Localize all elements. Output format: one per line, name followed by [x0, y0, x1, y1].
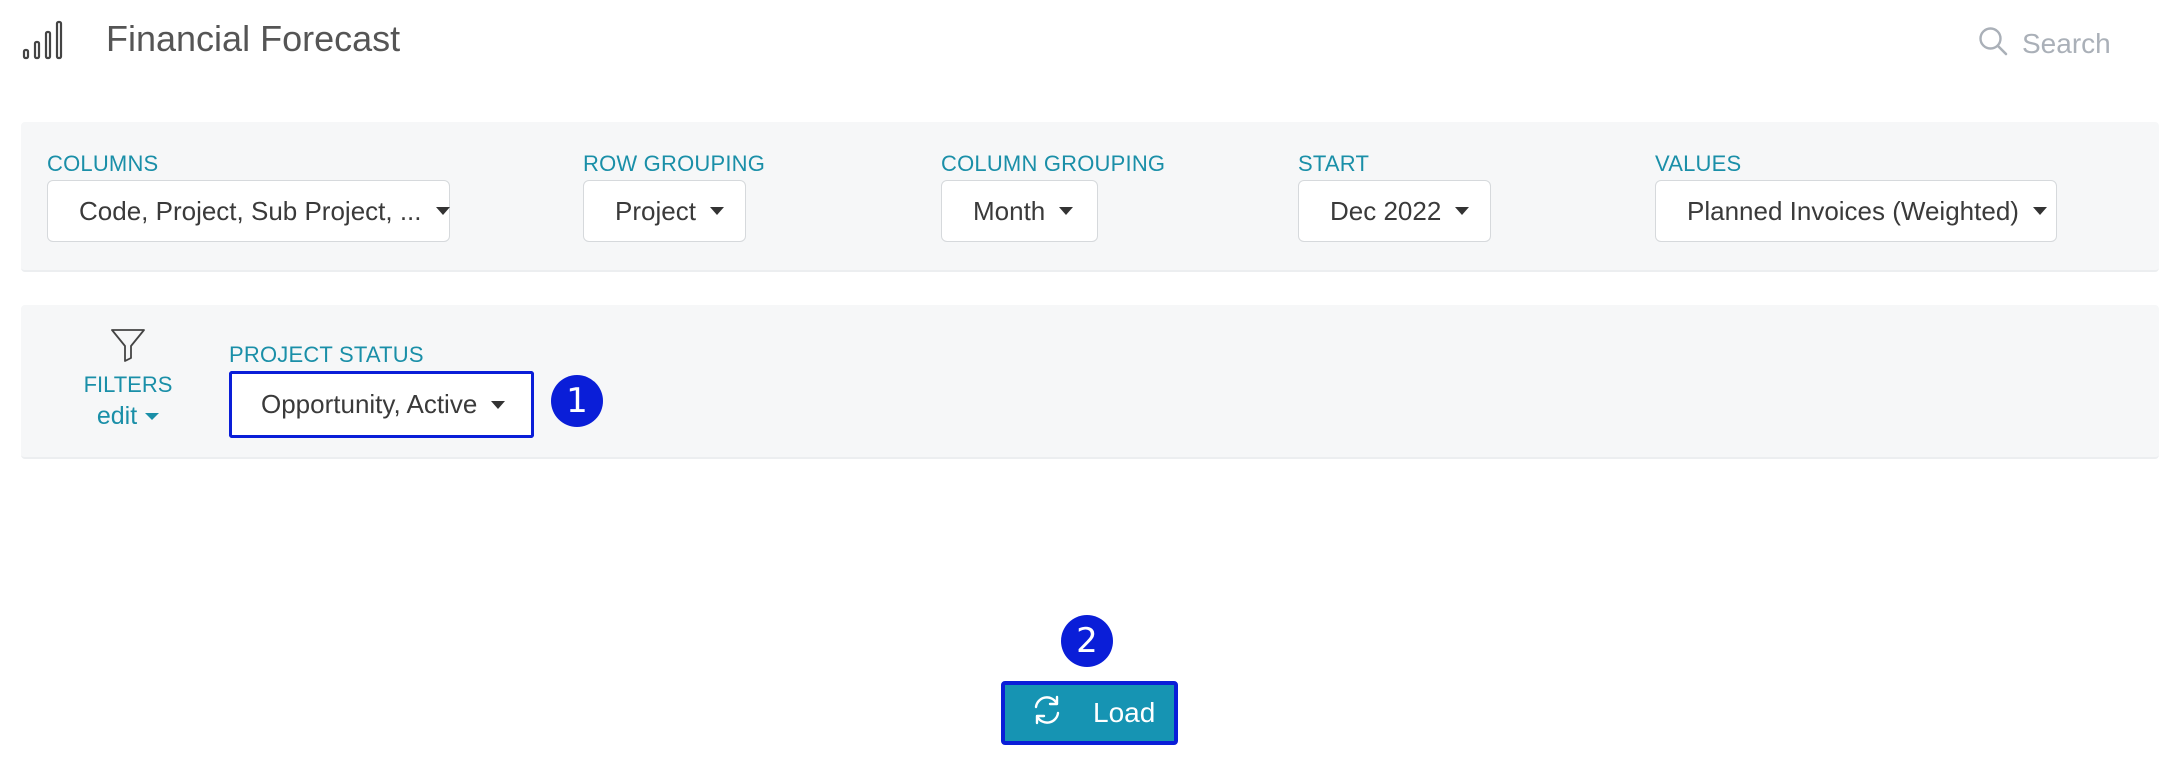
page-title: Financial Forecast: [106, 18, 401, 59]
filters-label: FILTERS: [83, 372, 173, 397]
caret-down-icon: [1455, 207, 1470, 215]
row-grouping-dropdown[interactable]: Project: [583, 180, 746, 242]
caret-down-icon: [1059, 207, 1074, 215]
row-grouping-label: ROW GROUPING: [583, 151, 766, 176]
load-label[interactable]: Load: [1093, 697, 1155, 729]
column-grouping-label: COLUMN GROUPING: [941, 151, 1166, 176]
refresh-icon: [1031, 694, 1063, 733]
caret-down-icon: [709, 207, 724, 215]
caret-down-icon: [2032, 207, 2047, 215]
start-value: Dec 2022: [1330, 195, 1442, 226]
values-dropdown[interactable]: Planned Invoices (Weighted): [1655, 180, 2057, 242]
column-grouping-value: Month: [973, 195, 1046, 226]
header: Financial Forecast Search: [0, 0, 2180, 90]
project-status-value: Opportunity, Active: [261, 389, 478, 419]
filters-panel: FILTERS edit PROJECT STATUS Opportunity,…: [21, 305, 2159, 459]
values-label: VALUES: [1655, 151, 1742, 176]
row-grouping-value: Project: [615, 195, 696, 226]
start-label: START: [1298, 151, 1370, 176]
filter-funnel-icon: [110, 327, 146, 368]
columns-dropdown[interactable]: Code, Project, Sub Project, ...: [47, 180, 450, 242]
signal-bars-icon: [22, 20, 70, 62]
columns-label: COLUMNS: [47, 151, 159, 176]
columns-value: Code, Project, Sub Project, ...: [79, 195, 422, 226]
step-badge-2: 2: [1061, 615, 1113, 667]
values-value: Planned Invoices (Weighted): [1687, 195, 2019, 226]
start-dropdown[interactable]: Dec 2022: [1298, 180, 1491, 242]
search-icon[interactable]: [1978, 26, 2008, 63]
caret-down-icon: [435, 207, 450, 215]
filters-block: FILTERS edit: [73, 327, 183, 431]
step-badge-1: 1: [551, 375, 603, 427]
load-button[interactable]: Load: [1001, 681, 1178, 745]
caret-down-icon: [145, 413, 160, 420]
project-status-dropdown[interactable]: Opportunity, Active: [229, 371, 534, 438]
search-placeholder[interactable]: Search: [2022, 28, 2111, 60]
report-options-panel: COLUMNS Code, Project, Sub Project, ... …: [21, 122, 2159, 272]
filters-edit-link[interactable]: edit: [97, 402, 160, 431]
project-status-label: PROJECT STATUS: [229, 342, 424, 367]
caret-down-icon: [491, 400, 506, 409]
search-box[interactable]: Search: [1978, 24, 2111, 64]
edit-label[interactable]: edit: [97, 402, 137, 431]
column-grouping-dropdown[interactable]: Month: [941, 180, 1098, 242]
